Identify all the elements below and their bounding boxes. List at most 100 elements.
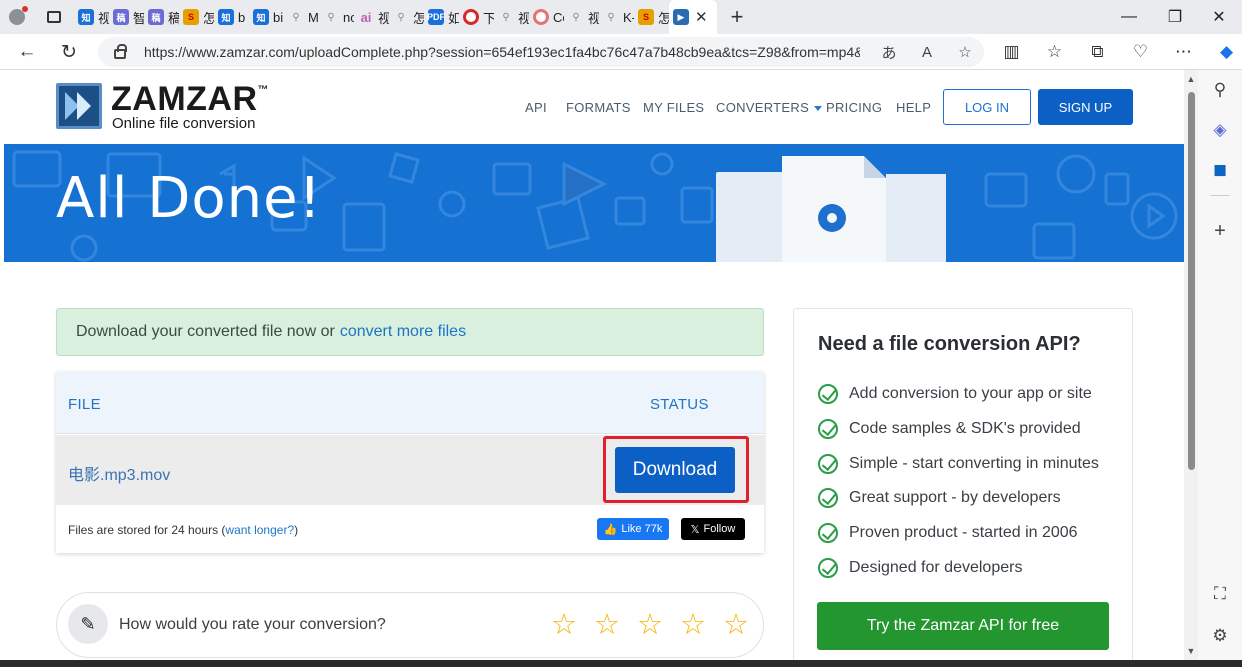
browser-essentials-icon[interactable]: ♡ <box>1119 42 1162 62</box>
scroll-down-arrow-icon[interactable]: ▼ <box>1184 646 1198 656</box>
try-api-button[interactable]: Try the Zamzar API for free <box>817 602 1109 650</box>
doc-icon: 稿 <box>113 9 129 25</box>
more-menu-icon[interactable]: ⋯ <box>1162 42 1205 62</box>
check-circle-icon <box>818 419 838 440</box>
browser-tab[interactable]: ai 视 <box>354 0 389 34</box>
star-icon[interactable]: ☆ <box>633 607 667 642</box>
browser-tab[interactable]: ⚲ no <box>319 0 354 34</box>
back-button[interactable]: ← <box>12 38 42 66</box>
opera-icon <box>463 9 479 25</box>
url-field[interactable]: https://www.zamzar.com/uploadComplete.ph… <box>98 37 984 67</box>
nav-help[interactable]: HELP <box>896 100 931 115</box>
browser-tab[interactable]: PDF 如 <box>424 0 459 34</box>
favorites-icon[interactable]: ☆ <box>1033 42 1076 62</box>
browser-tab[interactable]: S怎 <box>179 0 214 34</box>
favorite-star-icon[interactable]: ☆ <box>946 43 984 61</box>
settings-gear-icon[interactable]: ⚙ <box>1198 626 1242 646</box>
logo-name[interactable]: ZAMZAR™ <box>111 80 269 119</box>
outlook-icon[interactable]: ◼ <box>1198 160 1242 180</box>
browser-tab[interactable]: 下 <box>459 0 494 34</box>
browser-tab[interactable]: 知视 <box>74 0 109 34</box>
browser-tab-label: 视 <box>518 10 529 26</box>
search-icon: ⚲ <box>607 11 615 23</box>
browser-tab[interactable]: Co <box>529 0 564 34</box>
restore-window-button[interactable]: ❐ <box>1152 0 1198 34</box>
download-button[interactable]: Download <box>615 447 735 493</box>
shopping-icon[interactable]: ◈ <box>1198 120 1242 140</box>
tab-zamzar-active[interactable]: ▶ ✕ <box>669 0 717 34</box>
browser-tab[interactable]: ⚲ M4 <box>284 0 319 34</box>
browser-tab-label: 怎 <box>203 10 214 26</box>
file-name[interactable]: 电影.mp3.mov <box>68 461 170 485</box>
logo-tagline: Online file conversion <box>112 115 256 132</box>
check-circle-icon <box>818 557 838 578</box>
browser-tab[interactable]: 稿稿 <box>144 0 179 34</box>
browser-tab[interactable]: ⚲ 怎 <box>389 0 424 34</box>
facebook-like-button[interactable]: 👍 Like 77k <box>597 518 669 540</box>
star-icon[interactable]: ☆ <box>590 607 624 642</box>
refresh-button[interactable]: ↻ <box>54 38 84 66</box>
feature-text: Simple - start converting in minutes <box>849 454 1099 472</box>
minimize-window-button[interactable]: — <box>1106 0 1152 34</box>
taskbar <box>0 660 1242 667</box>
add-sidebar-app-icon[interactable]: + <box>1198 220 1242 243</box>
browser-tab[interactable]: S怎 <box>634 0 669 34</box>
star-icon[interactable]: ☆ <box>547 607 581 642</box>
zamzar-logo-icon[interactable] <box>56 83 102 129</box>
translate-icon[interactable]: あ <box>870 42 908 63</box>
browser-tab[interactable]: ⚲ 视 <box>564 0 599 34</box>
nav-my-files[interactable]: MY FILES <box>643 100 704 115</box>
star-icon[interactable]: ☆ <box>719 607 753 642</box>
browser-tab-label: 视 <box>98 10 109 26</box>
login-button[interactable]: LOG IN <box>943 89 1031 125</box>
collections-icon[interactable]: ⧉ <box>1076 42 1119 62</box>
screenshot-icon[interactable]: ⛶ <box>1198 584 1242 604</box>
page-scrollbar[interactable]: ▲ ▼ <box>1184 70 1198 660</box>
table-row: 电影.mp3.mov Download <box>56 435 764 505</box>
address-bar: ← ↻ https://www.zamzar.com/uploadComplet… <box>0 34 1242 70</box>
zamzar-favicon-icon: ▶ <box>673 9 689 25</box>
nav-pricing[interactable]: PRICING <box>826 100 882 115</box>
browser-tab-label: bili <box>273 9 284 25</box>
trademark: ™ <box>257 84 270 96</box>
browser-tab-label: no <box>343 9 354 25</box>
x-follow-button[interactable]: 𝕏 Follow <box>681 518 745 540</box>
scroll-up-arrow-icon[interactable]: ▲ <box>1184 74 1198 84</box>
success-notice: Download your converted file now or conv… <box>56 308 764 356</box>
list-item: Great support - by developers <box>818 481 1099 516</box>
browser-tab[interactable]: 稿智 <box>109 0 144 34</box>
nav-api[interactable]: API <box>525 100 547 115</box>
split-screen-icon[interactable]: ▥ <box>990 42 1033 62</box>
api-title: Need a file conversion API? <box>818 333 1081 355</box>
copilot-icon[interactable]: ◆ <box>1205 42 1242 62</box>
pdf-icon: PDF <box>427 9 445 25</box>
list-item: Code samples & SDK's provided <box>818 412 1099 447</box>
star-icon[interactable]: ☆ <box>676 607 710 642</box>
convert-more-files-link[interactable]: convert more files <box>340 323 466 341</box>
storage-note-close: ) <box>294 523 299 537</box>
browser-tab[interactable]: ⚲ 视 <box>494 0 529 34</box>
browser-tab[interactable]: ⚲ K-l <box>599 0 634 34</box>
scroll-thumb[interactable] <box>1188 92 1195 470</box>
browser-tab[interactable]: 知 bili <box>249 0 284 34</box>
list-item: Simple - start converting in minutes <box>818 446 1099 481</box>
profile-icon[interactable] <box>0 0 34 34</box>
url-text: https://www.zamzar.com/uploadComplete.ph… <box>144 44 860 60</box>
rating-card: ✎ How would you rate your conversion? ☆ ☆… <box>56 592 764 658</box>
column-header-status: STATUS <box>650 396 709 413</box>
signup-button[interactable]: SIGN UP <box>1038 89 1133 125</box>
feature-text: Designed for developers <box>849 558 1023 576</box>
tab-actions-icon[interactable] <box>34 0 74 34</box>
new-tab-button[interactable]: + <box>717 0 757 34</box>
zhihu-icon: 知 <box>78 9 94 25</box>
facebook-like-label: Like 77k <box>621 523 663 535</box>
close-window-button[interactable]: ✕ <box>1196 0 1242 34</box>
browser-tab[interactable]: 知b <box>214 0 249 34</box>
search-icon[interactable]: ⚲ <box>1198 80 1242 100</box>
read-aloud-icon[interactable]: A <box>908 44 946 61</box>
browser-tab-label: 智 <box>133 10 144 26</box>
nav-formats[interactable]: FORMATS <box>566 100 631 115</box>
close-tab-icon[interactable]: ✕ <box>695 8 708 26</box>
want-longer-link[interactable]: want longer? <box>225 523 294 537</box>
nav-converters[interactable]: CONVERTERS <box>716 100 823 115</box>
